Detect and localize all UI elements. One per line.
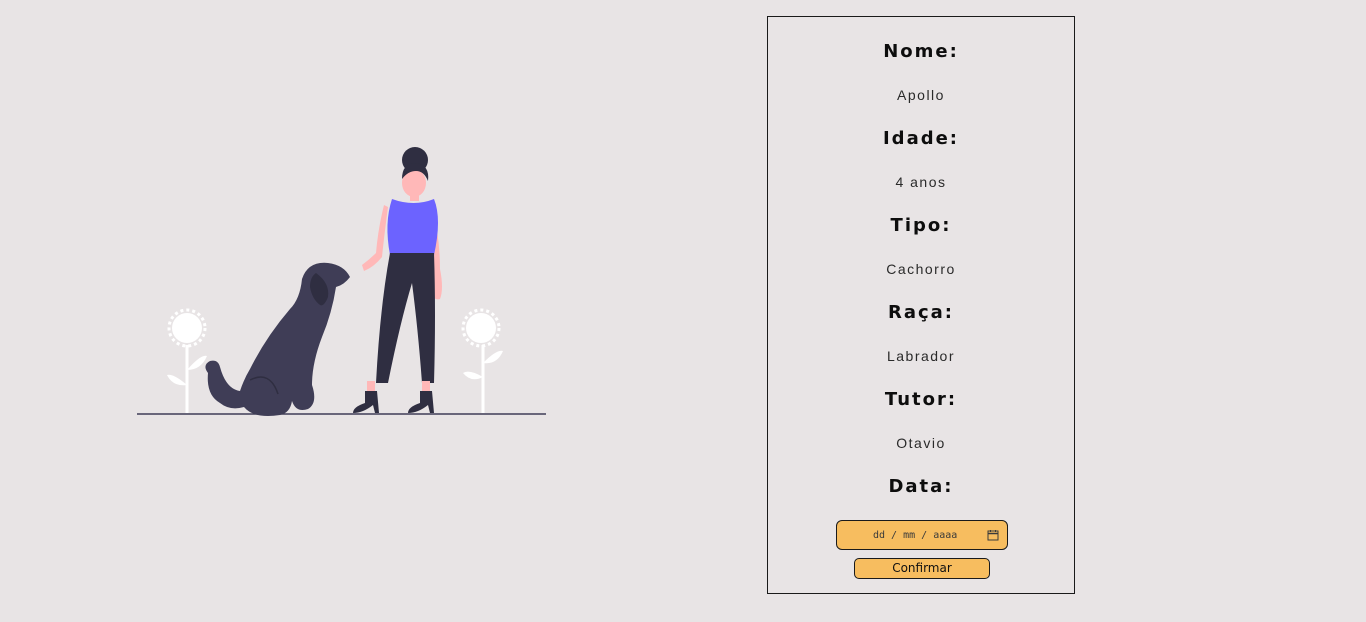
breed-value: Labrador xyxy=(886,348,956,364)
tutor-value: Otavio xyxy=(896,435,946,451)
age-value: 4 anos xyxy=(895,174,947,190)
name-label: Nome: xyxy=(883,41,959,62)
flower-right-icon xyxy=(461,308,503,413)
dog-icon xyxy=(205,262,350,416)
page: Nome: Apollo Idade: 4 anos Tipo: Cachorr… xyxy=(0,0,1366,622)
date-label: Data: xyxy=(888,476,954,497)
type-label: Tipo: xyxy=(890,215,952,236)
date-placeholder: dd / mm / aaaa xyxy=(873,529,958,541)
confirm-button[interactable]: Confirmar xyxy=(854,558,990,579)
type-value: Cachorro xyxy=(886,261,956,277)
date-input[interactable]: dd / mm / aaaa xyxy=(836,520,1008,550)
age-label: Idade: xyxy=(882,128,960,149)
woman-with-dog-illustration xyxy=(137,147,546,416)
woman-icon xyxy=(353,147,442,413)
pet-info-card: Nome: Apollo Idade: 4 anos Tipo: Cachorr… xyxy=(767,16,1075,594)
flower-left-icon xyxy=(167,308,207,413)
calendar-icon[interactable] xyxy=(987,529,999,541)
tutor-label: Tutor: xyxy=(884,389,958,410)
name-value: Apollo xyxy=(897,87,945,103)
breed-label: Raça: xyxy=(887,302,955,323)
